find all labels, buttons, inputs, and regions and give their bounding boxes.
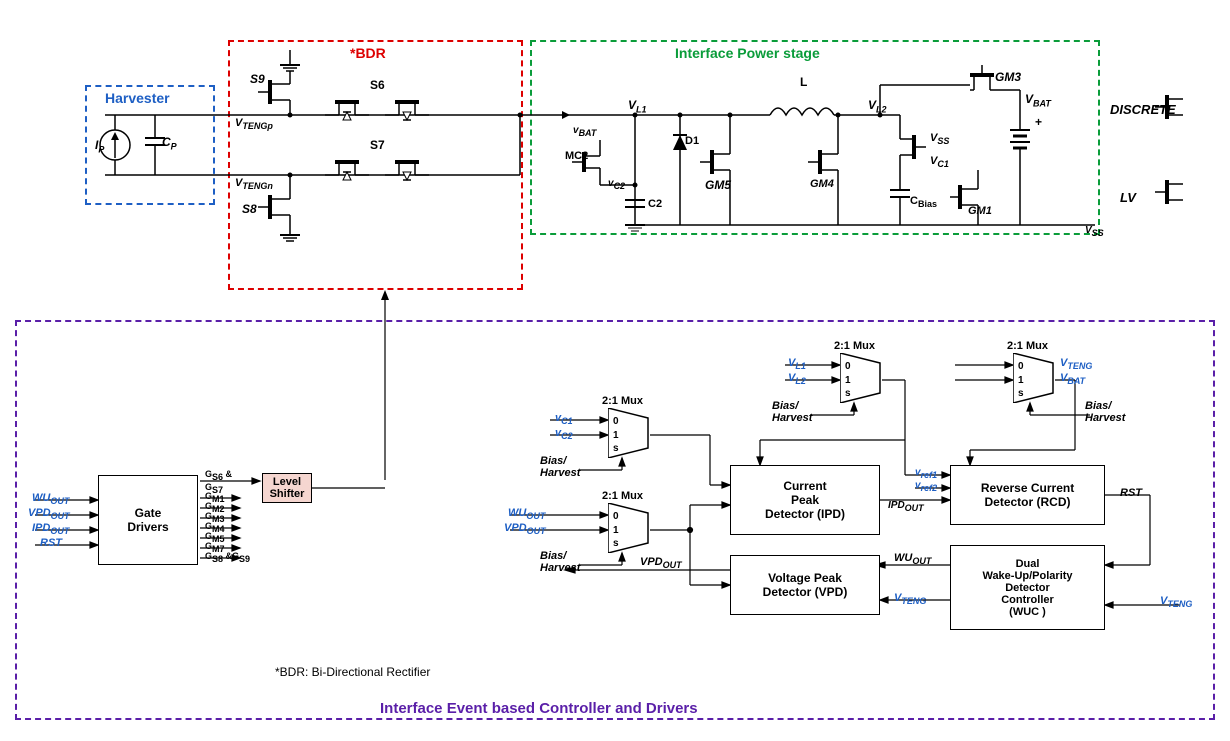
vtengp-label: VTENGp <box>235 117 273 131</box>
rcd-block: Reverse Current Detector (RCD) <box>950 465 1105 525</box>
ipd-block: Current Peak Detector (IPD) <box>730 465 880 535</box>
rst-in: RST <box>40 537 62 549</box>
vl2-label: VL2 <box>868 98 887 114</box>
mux4-title: 2:1 Mux <box>1007 340 1048 352</box>
mc2-label: MC2 <box>565 150 588 162</box>
wuout-label: WUOUT <box>894 552 931 566</box>
mux3-title: 2:1 Mux <box>834 340 875 352</box>
level-shifter-block: Level Shifter <box>262 473 312 503</box>
mux3-vl1: VL1 <box>788 357 806 371</box>
vpd-block: Voltage Peak Detector (VPD) <box>730 555 880 615</box>
mux2-title: 2:1 Mux <box>602 490 643 502</box>
s9-label: S9 <box>250 72 265 86</box>
vc1-label: VC1 <box>930 155 949 169</box>
mux-vl: 0 1 s <box>840 353 885 406</box>
plus-label: + <box>1035 115 1042 129</box>
vpdout-in: VPDOUT <box>28 507 70 521</box>
gate-drivers-block: Gate Drivers <box>98 475 198 565</box>
mux2-wu: WUOUT <box>508 507 545 521</box>
mux-vteng: 0 1 s <box>1013 353 1058 406</box>
ipdout-label: IPDOUT <box>888 500 924 513</box>
s7-label: S7 <box>370 138 385 152</box>
mux2-sel: Bias/ Harvest <box>540 550 580 574</box>
mux4-sel: Bias/ Harvest <box>1085 400 1125 424</box>
ipdout-in: IPDOUT <box>32 522 69 536</box>
gs8s9-out: GS8 &GS9 <box>205 551 250 564</box>
mux2-vpd: VPDOUT <box>504 522 546 536</box>
gm1-label: GM1 <box>968 205 992 217</box>
gm5-label: GM5 <box>705 178 731 192</box>
mux-vc: 0 1 s <box>608 408 653 461</box>
mux4-vbat: VBAT <box>1060 372 1085 386</box>
vl1-label: VL1 <box>628 98 647 114</box>
vtengn-label: VTENGn <box>235 177 273 191</box>
vss-label: VSS <box>930 132 949 146</box>
mux3-vl2: VL2 <box>788 372 806 386</box>
vbat-label: VBAT <box>1025 92 1051 108</box>
vref1-label: vref1 <box>915 467 937 480</box>
s8-label: S8 <box>242 202 257 216</box>
mux-wuvpd: 0 1 s <box>608 503 653 556</box>
vteng-in-label: VTENG <box>1160 595 1192 609</box>
vss-node-label: VSS <box>1085 225 1104 238</box>
l-label: L <box>800 75 807 89</box>
discrete-label: DISCRETE <box>1110 102 1176 117</box>
footnote: *BDR: Bi-Directional Rectifier <box>275 665 430 679</box>
vteng-label: VTENG <box>894 592 926 606</box>
cp-label: CP <box>162 135 177 151</box>
ip-label: IP <box>95 138 104 154</box>
vbat-lower-label: vBAT <box>573 125 596 138</box>
wuc-block: Dual Wake-Up/Polarity Detector Controlle… <box>950 545 1105 630</box>
d1-label: D1 <box>685 135 699 147</box>
rst-label: RST <box>1120 487 1142 499</box>
s6-label: S6 <box>370 78 385 92</box>
c2-label: C2 <box>648 198 662 210</box>
mux1-vc2: vC2 <box>555 427 573 441</box>
lv-label: LV <box>1120 190 1136 205</box>
gm3-label: GM3 <box>995 70 1021 84</box>
cbias-label: CBias <box>910 195 937 209</box>
wuout-in: WUOUT <box>32 492 69 506</box>
mux1-title: 2:1 Mux <box>602 395 643 407</box>
gm4-label: GM4 <box>810 178 834 190</box>
vref2-label: vref2 <box>915 480 937 493</box>
vc2-label: vC2 <box>608 178 625 191</box>
mux1-vc1: vC1 <box>555 412 573 426</box>
mux4-vteng: VTENG <box>1060 357 1092 371</box>
mux3-sel: Bias/ Harvest <box>772 400 812 424</box>
mux1-sel: Bias/ Harvest <box>540 455 580 479</box>
vpdout-label: VPDOUT <box>640 556 682 570</box>
